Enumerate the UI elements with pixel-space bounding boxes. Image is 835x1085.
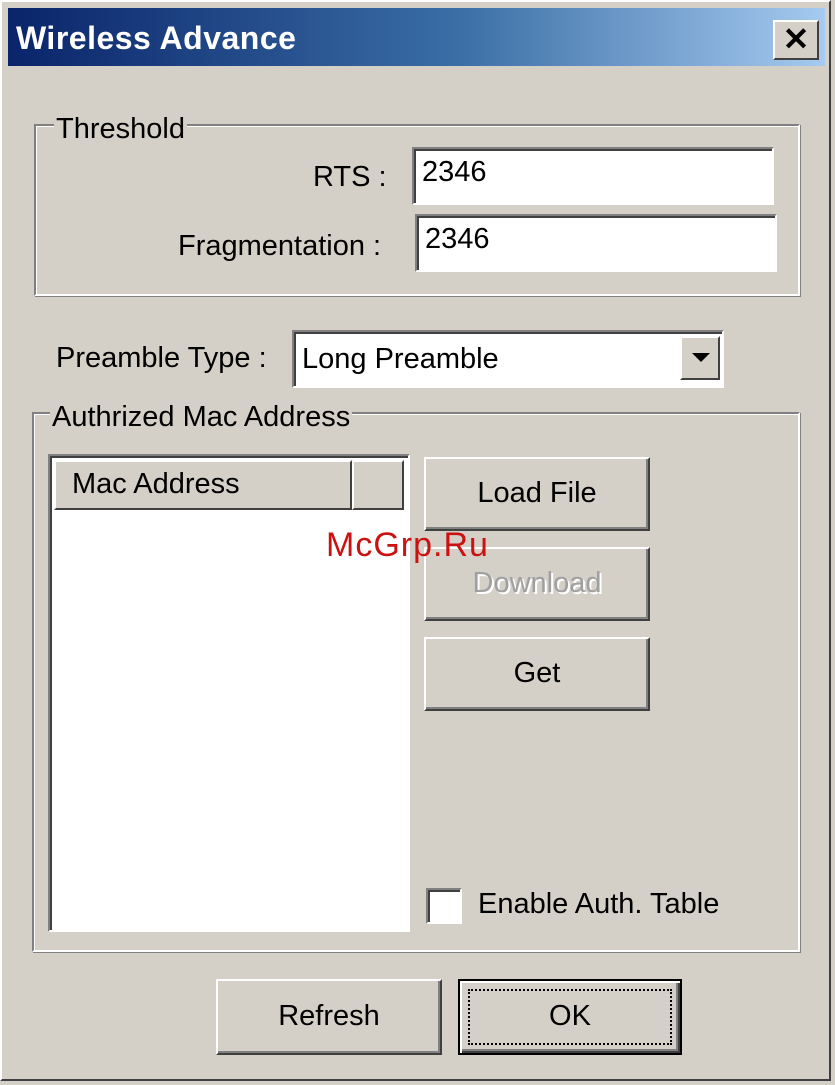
close-button[interactable]: ✕ [773, 20, 819, 60]
title-bar[interactable]: Wireless Advance ✕ [8, 8, 825, 66]
auth-mac-group-label: Authrized Mac Address [50, 400, 353, 434]
watermark: McGrp.Ru [326, 526, 489, 564]
enable-auth-table-checkbox[interactable] [426, 888, 462, 924]
fragmentation-label: Fragmentation : [178, 230, 382, 262]
fragmentation-input[interactable]: 2346 [415, 214, 777, 272]
close-icon: ✕ [782, 21, 810, 57]
ok-button-label: OK [549, 1000, 591, 1032]
column-header-extra[interactable] [352, 460, 404, 510]
enable-auth-table-label[interactable]: Enable Auth. Table [478, 887, 719, 921]
preamble-type-label: Preamble Type : [56, 342, 267, 374]
preamble-type-value: Long Preamble [302, 343, 499, 375]
get-button[interactable]: Get [424, 637, 650, 711]
threshold-group-label: Threshold [54, 112, 187, 146]
rts-input[interactable]: 2346 [412, 147, 774, 205]
preamble-type-select[interactable]: Long Preamble [292, 330, 724, 388]
wireless-advance-dialog: Wireless Advance ✕ Threshold RTS : 2346 … [0, 0, 831, 1081]
refresh-button[interactable]: Refresh [216, 979, 442, 1055]
rts-label: RTS : [313, 161, 387, 193]
chevron-down-icon[interactable] [680, 336, 720, 380]
ok-button[interactable]: OK [458, 979, 682, 1055]
load-file-button[interactable]: Load File [424, 457, 650, 531]
column-header-mac-address[interactable]: Mac Address [54, 460, 352, 510]
window-title: Wireless Advance [16, 20, 297, 56]
